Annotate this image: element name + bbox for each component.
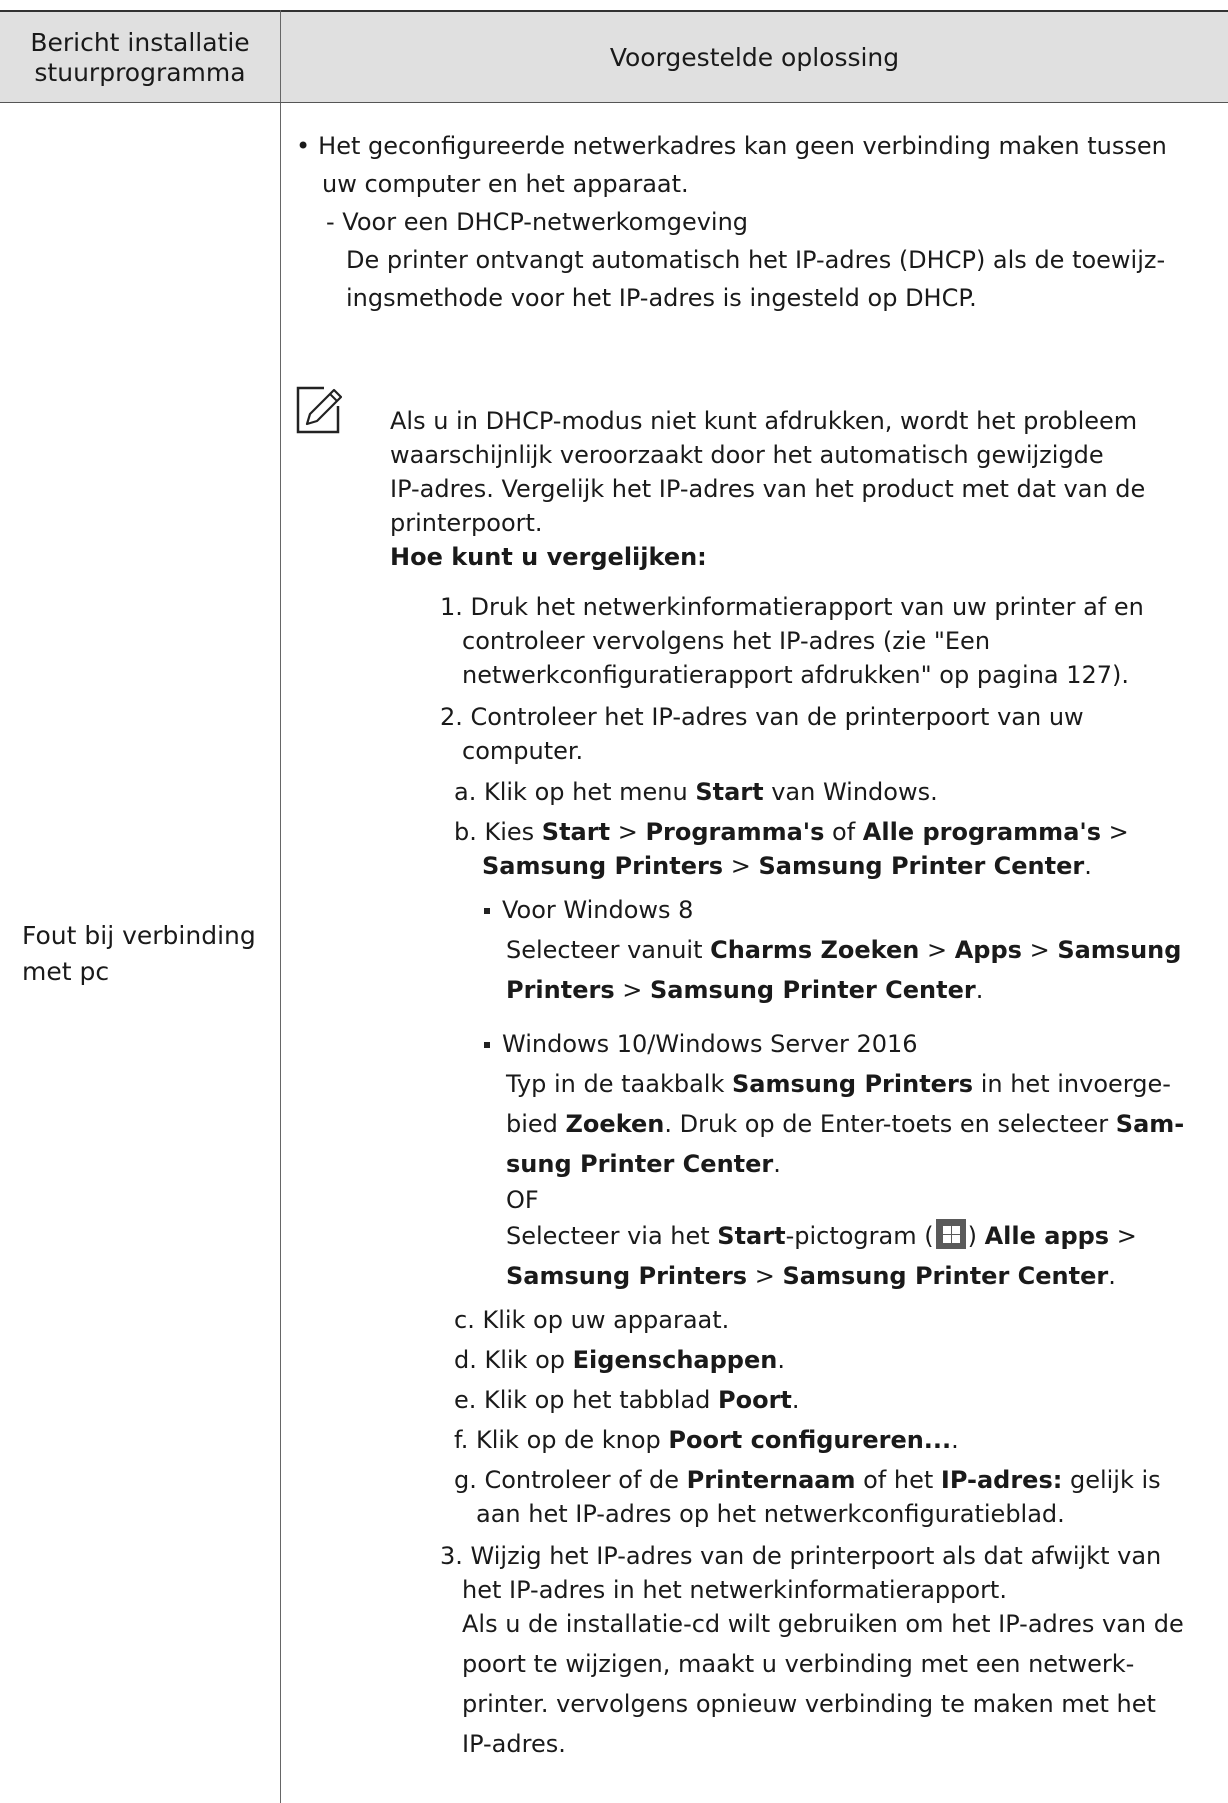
table-header: Bericht installatie stuurprogramma Voorg… <box>0 10 1228 103</box>
row-label: Fout bij verbinding met pc <box>22 918 272 990</box>
substep-b-line-2: Samsung Printers > Samsung Printer Cente… <box>482 852 1092 880</box>
win10-line-5: Samsung Printers > Samsung Printer Cente… <box>506 1262 1116 1290</box>
step3-line-1: 3. Wijzig het IP-adres van de printerpoo… <box>440 1542 1162 1570</box>
troubleshooting-table: Bericht installatie stuurprogramma Voorg… <box>0 0 1228 1803</box>
bullet-text-2: uw computer en het apparaat. <box>322 170 689 198</box>
substep-a: a. Klik op het menu Start van Windows. <box>454 778 938 806</box>
row-label-line1: Fout bij verbinding <box>22 921 256 950</box>
row-label-line2: met pc <box>22 957 110 986</box>
win10-line-1: Typ in de taakbalk Samsung Printers in h… <box>506 1070 1171 1098</box>
step1-line-1: 1. Druk het netwerkinformatierapport van… <box>440 593 1144 621</box>
note-line-2: waarschijnlijk veroorzaakt door het auto… <box>390 441 1104 469</box>
header-divider <box>0 102 1228 103</box>
column-divider <box>280 10 281 1803</box>
step3-line-4: poort te wijzigen, maakt u verbinding me… <box>462 1650 1135 1678</box>
win10-line-4: Selecteer via het Start-pictogram () All… <box>506 1219 1137 1253</box>
square-bullet <box>484 1042 490 1048</box>
bullet-line: • Het geconfigureerde netwerkadres kan ge… <box>296 128 1167 164</box>
header-cell-solution: Voorgestelde oplossing <box>609 43 900 72</box>
header-col1-line2: stuurprogramma <box>34 57 246 87</box>
win8-line-1: Selecteer vanuit Charms Zoeken > Apps > … <box>506 936 1182 964</box>
step3-line-6: IP-adres. <box>462 1730 566 1758</box>
square-bullet <box>484 908 490 914</box>
step2-line-2: computer. <box>462 737 584 765</box>
win8-line-2: Printers > Samsung Printer Center. <box>506 976 984 1004</box>
note-heading: Hoe kunt u vergelijken: <box>390 543 707 571</box>
substep-e: e. Klik op het tabblad Poort. <box>454 1386 800 1414</box>
step3-line-3: Als u de installatie-cd wilt gebruiken o… <box>462 1610 1184 1638</box>
note-pencil-icon <box>296 386 342 434</box>
note-line-4: printerpoort. <box>390 509 543 537</box>
substep-g-line-2: aan het IP-adres op het netwerkconfigura… <box>476 1500 1065 1528</box>
win10-line-2: bied Zoeken. Druk op de Enter-toets en s… <box>506 1110 1185 1138</box>
substep-b-line-1: b. Kies Start > Programma's of Alle prog… <box>454 818 1129 846</box>
substep-f: f. Klik op de knop Poort configureren...… <box>454 1426 959 1454</box>
step1-line-3: netwerkconfiguratierapport afdrukken" op… <box>462 661 1130 689</box>
win10-item: Windows 10/Windows Server 2016 <box>484 1027 918 1061</box>
substep-c: c. Klik op uw apparaat. <box>454 1306 730 1334</box>
note-line-3: IP-adres. Vergelijk het IP-adres van het… <box>390 475 1146 503</box>
dhcp-subitem: - Voor een DHCP-netwerkomgeving <box>326 208 749 236</box>
windows-start-icon <box>935 1219 966 1249</box>
win10-line-3: sung Printer Center. <box>506 1150 781 1178</box>
note-line-1: Als u in DHCP-modus niet kunt afdrukken,… <box>390 407 1138 435</box>
header-cell-message: Bericht installatie stuurprogramma <box>0 12 280 103</box>
win10-or: OF <box>506 1186 539 1214</box>
step3-line-5: printer. vervolgens opnieuw verbinding t… <box>462 1690 1156 1718</box>
step3-line-2: het IP-adres in het netwerkinformatierap… <box>462 1576 1007 1604</box>
dhcp-text-2: ingsmethode voor het IP-adres is ingeste… <box>346 284 977 312</box>
bullet-dot: • <box>296 132 311 160</box>
substep-g-line-1: g. Controleer of de Printernaam of het I… <box>454 1466 1161 1494</box>
bullet-text-1: Het geconfigureerde netwerkadres kan gee… <box>318 132 1167 160</box>
header-col1-line1: Bericht installatie <box>30 27 250 57</box>
win8-item: Voor Windows 8 <box>484 893 693 927</box>
step1-line-2: controleer vervolgens het IP-adres (zie … <box>462 627 991 655</box>
substep-d: d. Klik op Eigenschappen. <box>454 1346 785 1374</box>
dhcp-text-1: De printer ontvangt automatisch het IP-a… <box>346 246 1166 274</box>
step2-line-1: 2. Controleer het IP-adres van de printe… <box>440 703 1084 731</box>
